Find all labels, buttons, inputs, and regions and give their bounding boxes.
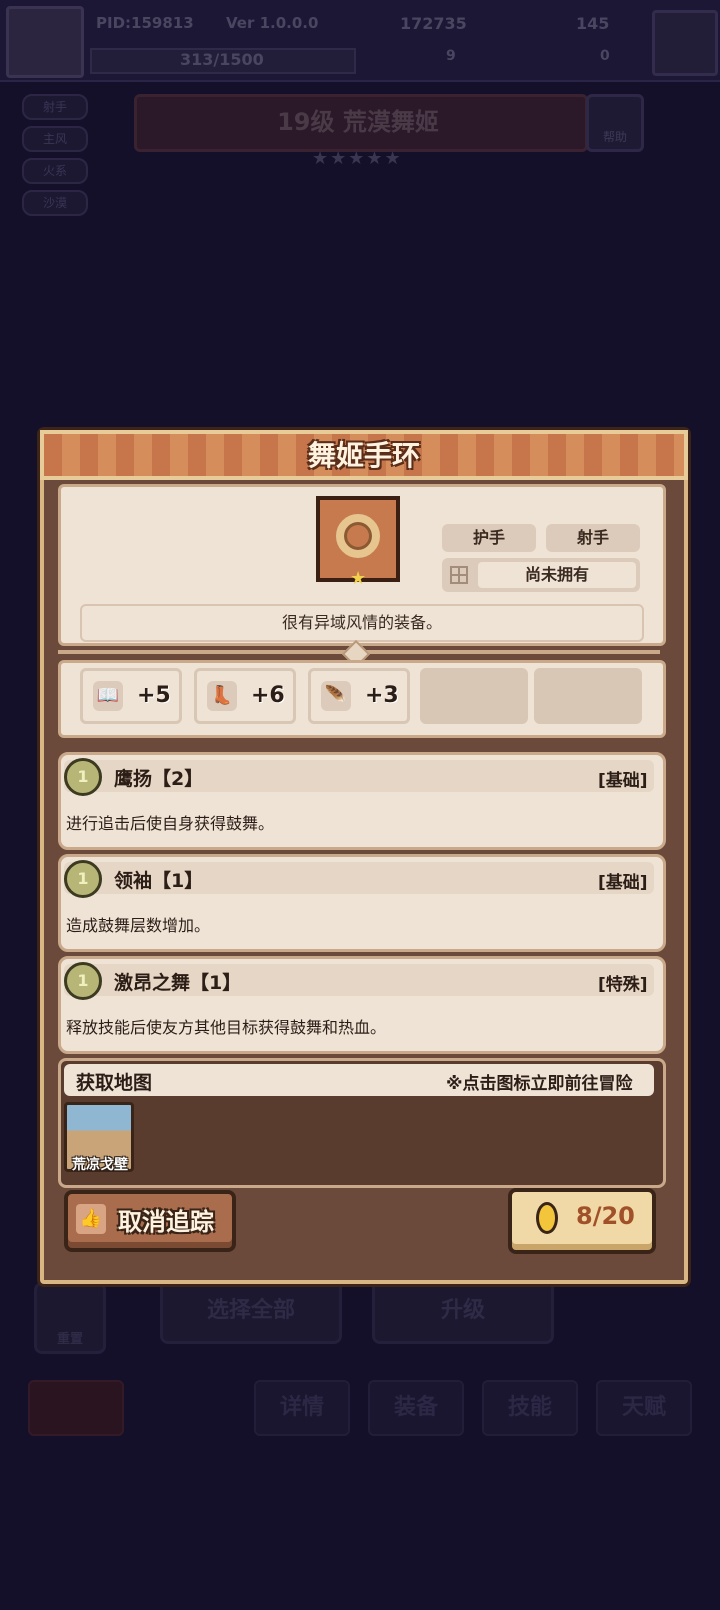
- thumb-icon: 👍: [76, 1204, 106, 1234]
- skill-medal-icon: 1: [64, 962, 102, 1000]
- collect-count: 8/20: [576, 1202, 635, 1230]
- tab-talents[interactable]: 天赋: [596, 1380, 692, 1436]
- skill-type: [基础]: [598, 771, 648, 791]
- stat-slot-1: 📖 +5: [80, 668, 182, 724]
- book-icon: 📖: [93, 681, 123, 711]
- map-title: 获取地图: [76, 1072, 153, 1094]
- skill-description: 进行追击后使自身获得鼓舞。: [66, 814, 275, 833]
- resource-b-count: 0: [600, 48, 610, 64]
- skill-name: 领袖【1】: [114, 870, 204, 892]
- player-avatar[interactable]: [6, 6, 84, 78]
- stat-slot-empty: [534, 668, 642, 724]
- reset-button[interactable]: 重置: [34, 1282, 106, 1354]
- gem-count: 145: [576, 14, 610, 33]
- hero-stars: ★★★★★: [312, 148, 403, 169]
- skill-type: [特殊]: [598, 975, 648, 995]
- tab-details[interactable]: 详情: [254, 1380, 350, 1436]
- skill-description: 造成鼓舞层数增加。: [66, 916, 211, 935]
- gold-gem-icon: [536, 1202, 558, 1234]
- side-tag-3: 火系: [22, 158, 88, 184]
- exp-text: 313/1500: [180, 50, 264, 69]
- select-all-button[interactable]: 选择全部: [160, 1278, 342, 1344]
- skill-description: 释放技能后使友方其他目标获得鼓舞和热血。: [66, 1018, 387, 1037]
- stat-slot-3: 🪶 +3: [308, 668, 410, 724]
- settings-button[interactable]: [652, 10, 718, 76]
- side-tag-2: 主风: [22, 126, 88, 152]
- stat-slot-empty: [420, 668, 528, 724]
- map-hint: ※点击图标立即前往冒险: [446, 1074, 633, 1094]
- bracelet-icon: [336, 514, 380, 558]
- stat-value: +5: [137, 683, 171, 708]
- map-label: 荒凉戈壁: [72, 1157, 128, 1173]
- ownership-status: 尚未拥有: [478, 562, 636, 588]
- stat-value: +3: [365, 683, 399, 708]
- version-label: Ver 1.0.0.0: [226, 14, 319, 32]
- wing-icon: 🪶: [321, 681, 351, 711]
- star-icon: ★: [350, 568, 367, 589]
- skill-medal-icon: 1: [64, 860, 102, 898]
- coin-count: 172735: [400, 14, 467, 33]
- item-tag-class: 射手: [546, 524, 640, 552]
- help-button[interactable]: 帮助: [586, 94, 644, 152]
- side-tag-4: 沙漠: [22, 190, 88, 216]
- inventory-icon: [450, 566, 468, 584]
- boot-icon: 👢: [207, 681, 237, 711]
- player-id: PID:159813: [96, 14, 194, 32]
- hero-title: 19级 荒漠舞姬: [277, 108, 439, 136]
- item-name: 舞姬手环: [307, 439, 420, 472]
- untrack-label: 取消追踪: [118, 1208, 214, 1236]
- upgrade-button[interactable]: 升级: [372, 1278, 554, 1344]
- item-description: 很有异域风情的装备。: [80, 604, 644, 642]
- stat-slot-2: 👢 +6: [194, 668, 296, 724]
- skill-medal-icon: 1: [64, 758, 102, 796]
- skill-name: 激昂之舞【1】: [114, 972, 242, 994]
- tab-skills[interactable]: 技能: [482, 1380, 578, 1436]
- skill-name: 鹰扬【2】: [114, 768, 204, 790]
- tab-equipment[interactable]: 装备: [368, 1380, 464, 1436]
- stat-value: +6: [251, 683, 285, 708]
- item-tag-slot: 护手: [442, 524, 536, 552]
- resource-a-count: 9: [446, 48, 456, 64]
- side-tag-1: 射手: [22, 94, 88, 120]
- skill-type: [基础]: [598, 873, 648, 893]
- back-button[interactable]: [28, 1380, 124, 1436]
